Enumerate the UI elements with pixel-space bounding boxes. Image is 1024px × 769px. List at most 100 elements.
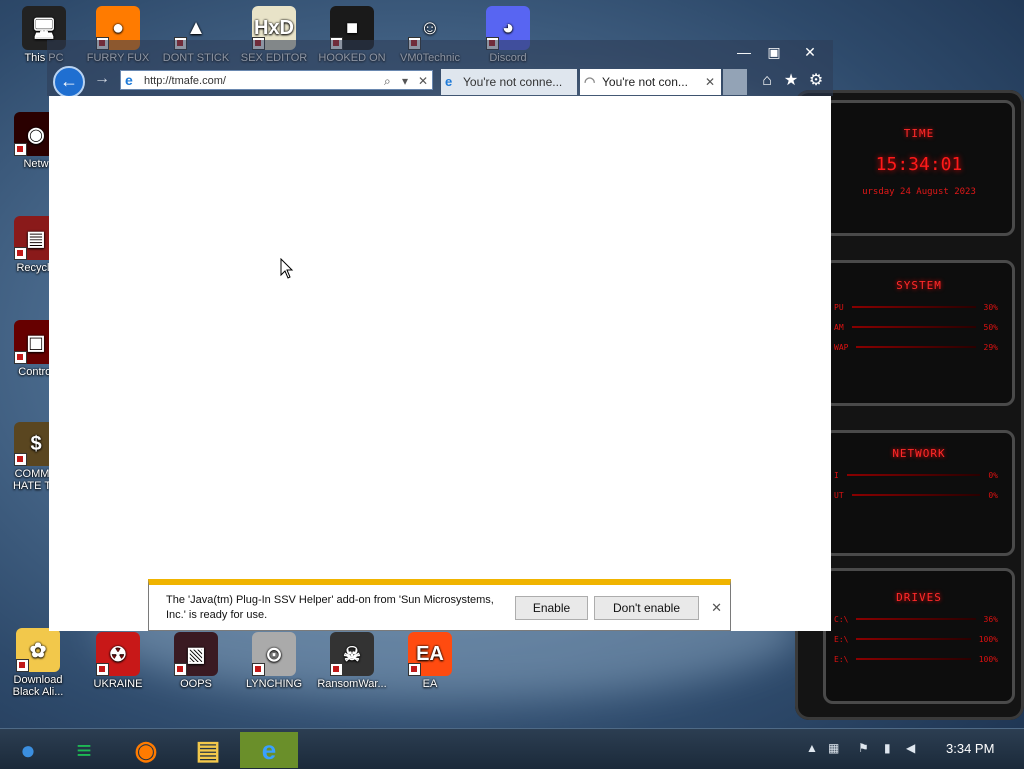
back-arrow-icon: ← [60, 71, 78, 91]
drives-title: DRIVES [896, 591, 942, 604]
widget-row-bar [851, 306, 976, 308]
spotify-taskbar-button[interactable]: ≡ [56, 732, 112, 768]
system-rows: PU 30% AM 50% WAP 29% [826, 303, 1012, 352]
network-rows: I 0% UT 0% [826, 471, 1012, 500]
shortcut-arrow-icon [14, 351, 27, 364]
start-orb-icon: ● [20, 734, 36, 765]
desktop-icon-label: RansomWar... [317, 678, 387, 690]
widget-row-bar [856, 346, 976, 348]
widget-row: AM 50% [826, 323, 1012, 332]
ie-tab-icon: e [445, 74, 453, 89]
desktop-app-icon: ☢ [96, 632, 140, 676]
firefox-taskbar-button[interactable]: ◉ [118, 732, 174, 768]
maximize-button[interactable]: ▣ [759, 42, 789, 62]
network-icon[interactable]: ▦ [828, 741, 839, 755]
start-orb-taskbar-button[interactable]: ● [0, 732, 56, 768]
shortcut-arrow-icon [16, 659, 29, 672]
widget-row-value: 29% [983, 343, 998, 352]
widget-row-value: 30% [983, 303, 998, 312]
tab-close-icon[interactable]: ✕ [705, 69, 715, 95]
desktop-icon[interactable]: ⊙ LYNCHING [238, 632, 310, 690]
drive-rows: C:\ 36% E:\ 100% E:\ 100% [826, 615, 1012, 664]
network-panel: NETWORK I 0% UT 0% [823, 430, 1015, 556]
dont-enable-button[interactable]: Don't enable [594, 596, 699, 620]
close-window-button[interactable]: ✕ [795, 42, 825, 62]
shortcut-arrow-icon [14, 143, 27, 156]
desktop-icon-label: Download Black Ali... [12, 674, 64, 698]
taskbar: ● ≡ ◉ ▤ e ▲ ▦ ⚑ ▮ ◀ 3:34 PM [0, 728, 1024, 769]
system-panel: SYSTEM PU 30% AM 50% WAP 29% [823, 260, 1015, 406]
widget-row-bar [856, 638, 971, 640]
widget-row-bar [856, 618, 976, 620]
action-center-flag-icon[interactable]: ⚑ [858, 741, 869, 755]
widget-row-bar [856, 658, 971, 660]
minimize-button[interactable]: — [729, 42, 759, 62]
shortcut-arrow-icon [14, 247, 27, 260]
addon-notification-bar: The 'Java(tm) Plug-In SSV Helper' add-on… [148, 579, 731, 631]
widget-row-label: UT [834, 491, 844, 500]
time-panel: TIME 15:34:01 ursday 24 August 2023 [823, 100, 1015, 236]
drives-panel: DRIVES C:\ 36% E:\ 100% E:\ 100% [823, 568, 1015, 704]
stop-icon[interactable]: ✕ [418, 71, 428, 91]
ie-page-icon: e [125, 72, 133, 88]
shortcut-arrow-icon [14, 453, 27, 466]
browser-toolbar: — ▣ ✕ ← → e http://tmafe.com/ ⌕ ▾ ✕ e Yo… [47, 40, 833, 98]
desktop-icon[interactable]: EA EA [394, 632, 466, 690]
system-title: SYSTEM [896, 279, 942, 292]
enable-button[interactable]: Enable [515, 596, 588, 620]
tray-chevron-icon[interactable]: ▲ [806, 741, 818, 755]
widget-row-bar [846, 474, 981, 476]
notification-message: The 'Java(tm) Plug-In SSV Helper' add-on… [166, 594, 494, 621]
address-dropdown-icon[interactable]: ▾ [402, 71, 408, 91]
shortcut-arrow-icon [96, 663, 109, 676]
shortcut-arrow-icon [408, 663, 421, 676]
desktop-app-icon: ▧ [174, 632, 218, 676]
settings-gear-icon[interactable]: ⚙ [805, 70, 827, 92]
mouse-cursor-icon [280, 258, 294, 279]
battery-icon[interactable]: ▮ [884, 741, 891, 755]
favorites-icon[interactable]: ★ [780, 70, 802, 92]
tab-2-label: You're not con... [602, 75, 688, 89]
taskbar-clock[interactable]: 3:34 PM [946, 741, 994, 756]
file-explorer-taskbar-button[interactable]: ▤ [180, 732, 236, 768]
desktop-icon[interactable]: ☠ RansomWar... [316, 632, 388, 690]
widget-row: E:\ 100% [826, 655, 1012, 664]
desktop-app-icon: ✿ [16, 628, 60, 672]
internet-explorer-taskbar-button[interactable]: e [240, 732, 298, 768]
new-tab-button[interactable] [723, 69, 747, 95]
desktop-icon-label: UKRAINE [93, 678, 143, 690]
widget-row-bar [851, 494, 981, 496]
search-icon[interactable]: ⌕ [384, 71, 391, 91]
address-bar[interactable]: e http://tmafe.com/ ⌕ ▾ ✕ [120, 70, 433, 90]
widget-row-value: 0% [988, 471, 998, 480]
date-display: ursday 24 August 2023 [862, 187, 976, 197]
widget-row: I 0% [826, 471, 1012, 480]
internet-explorer-window: — ▣ ✕ ← → e http://tmafe.com/ ⌕ ▾ ✕ e Yo… [47, 40, 833, 633]
widget-row-value: 36% [983, 615, 998, 624]
desktop-icon[interactable]: ☢ UKRAINE [82, 632, 154, 690]
widget-row-value: 50% [983, 323, 998, 332]
desktop-app-icon: ⊙ [252, 632, 296, 676]
widget-row-bar [851, 326, 976, 328]
page-content-area[interactable] [49, 96, 831, 631]
desktop-icon[interactable]: ✿ Download Black Ali... [2, 628, 74, 698]
tab-2-active[interactable]: ◠ You're not con... ✕ [580, 69, 721, 95]
network-title: NETWORK [892, 447, 946, 460]
widget-row-label: E:\ [834, 655, 849, 664]
desktop-app-icon: ☠ [330, 632, 374, 676]
notification-close-icon[interactable]: ✕ [711, 600, 722, 616]
volume-icon[interactable]: ◀ [906, 741, 915, 755]
tab-1[interactable]: e You're not conne... [441, 69, 577, 95]
widget-row-label: C:\ [834, 615, 849, 624]
tab-1-label: You're not conne... [463, 75, 563, 89]
widget-row-label: WAP [834, 343, 849, 352]
spotify-icon: ≡ [76, 734, 92, 765]
home-icon[interactable]: ⌂ [756, 70, 778, 92]
time-title: TIME [903, 127, 935, 140]
forward-button[interactable]: → [94, 70, 110, 88]
widget-row-value: 0% [988, 491, 998, 500]
internet-explorer-icon: e [261, 734, 277, 765]
back-button[interactable]: ← [53, 66, 85, 98]
widget-row-label: I [834, 471, 839, 480]
desktop-icon[interactable]: ▧ OOPS [160, 632, 232, 690]
